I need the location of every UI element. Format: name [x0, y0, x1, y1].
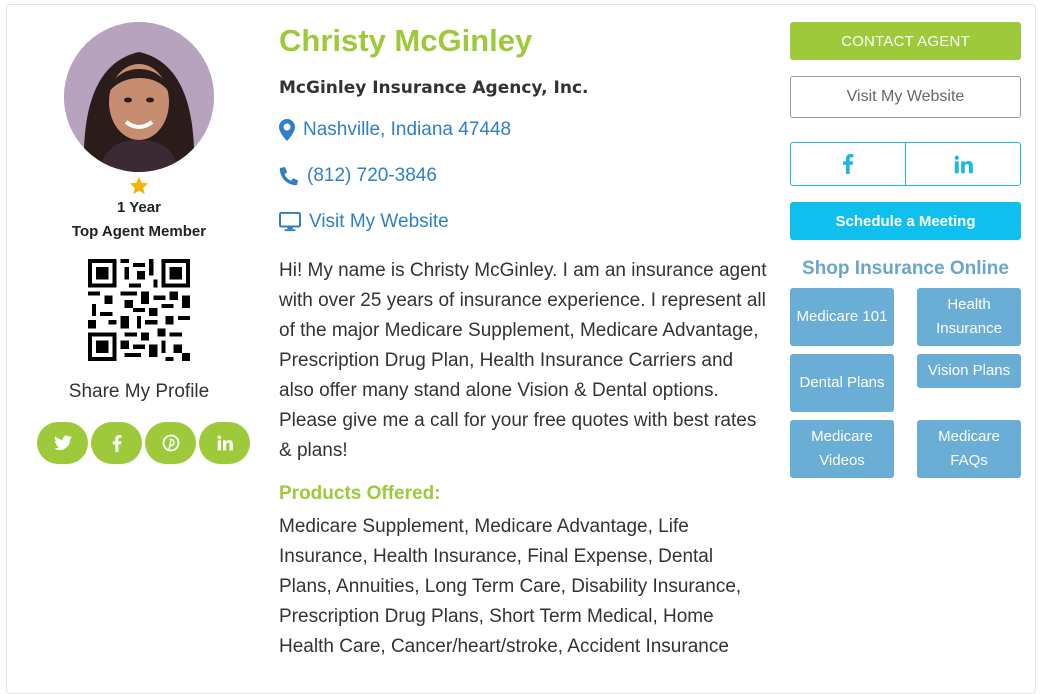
twitter-icon	[53, 435, 72, 451]
share-linkedin-button[interactable]	[199, 422, 250, 464]
share-twitter-button[interactable]	[37, 422, 88, 464]
share-facebook-button[interactable]	[91, 422, 142, 464]
share-social-buttons	[37, 422, 250, 464]
contact-agent-button[interactable]: CONTACT AGENT	[790, 22, 1021, 60]
pinterest-icon	[162, 434, 179, 452]
shop-medicare-101-button[interactable]: Medicare 101	[790, 288, 894, 346]
shop-medicare-videos-button[interactable]: Medicare Videos	[790, 420, 894, 478]
agent-profile-card: 1 Year Top Agent Member Share My Profile…	[6, 4, 1036, 694]
shop-medicare-faqs-button[interactable]: Medicare FAQs	[917, 420, 1021, 478]
products-title: Products Offered:	[279, 483, 441, 504]
facebook-icon	[843, 154, 854, 174]
agent-facebook-link[interactable]	[791, 143, 905, 185]
phone-text: (812) 720-3846	[307, 165, 437, 186]
website-link-text: Visit My Website	[309, 211, 449, 232]
phone-icon	[279, 167, 298, 186]
visit-website-button[interactable]: Visit My Website	[790, 76, 1021, 118]
star-icon	[129, 176, 149, 195]
website-link[interactable]: Visit My Website	[279, 211, 449, 233]
schedule-meeting-button[interactable]: Schedule a Meeting	[790, 202, 1021, 240]
qr-code	[88, 259, 190, 361]
linkedin-icon	[954, 155, 973, 173]
agent-name: Christy McGinley	[279, 23, 533, 58]
agent-social-links	[790, 142, 1021, 186]
shop-vision-plans-button[interactable]: Vision Plans	[917, 354, 1021, 388]
location-text: Nashville, Indiana 47448	[303, 119, 512, 140]
membership-label: Top Agent Member	[71, 223, 207, 240]
phone-link[interactable]: (812) 720-3846	[279, 165, 437, 187]
agency-name: McGinley Insurance Agency, Inc.	[279, 78, 589, 98]
map-marker-icon	[279, 119, 295, 141]
share-profile-label: Share My Profile	[68, 381, 210, 402]
shop-dental-plans-button[interactable]: Dental Plans	[790, 354, 894, 412]
location-link[interactable]: Nashville, Indiana 47448	[279, 119, 511, 141]
share-pinterest-button[interactable]	[145, 422, 196, 464]
agent-bio: Hi! My name is Christy McGinley. I am an…	[279, 260, 767, 461]
shop-insurance-title: Shop Insurance Online	[802, 258, 1009, 279]
agent-linkedin-link[interactable]	[905, 143, 1020, 185]
linkedin-icon	[217, 435, 233, 451]
products-list: Medicare Supplement, Medicare Advantage,…	[279, 516, 742, 657]
membership-years: 1 Year	[117, 199, 161, 216]
facebook-icon	[112, 434, 122, 452]
avatar	[64, 22, 214, 172]
shop-health-insurance-button[interactable]: Health Insurance	[917, 288, 1021, 346]
desktop-icon	[279, 212, 301, 232]
